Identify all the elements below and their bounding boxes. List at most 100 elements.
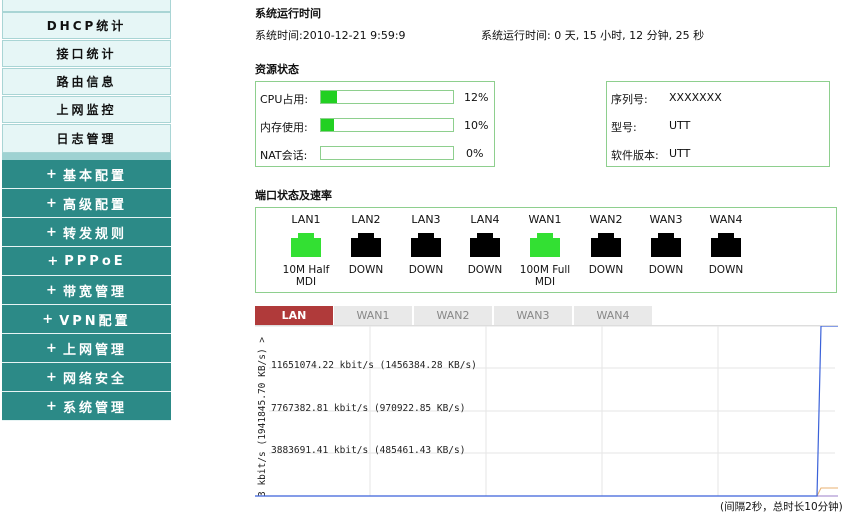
port-wan3[interactable]: WAN3 DOWN xyxy=(636,213,696,276)
y-axis-label: 3 kbit/s (1941845.70 KB/s) > xyxy=(257,337,268,497)
tab-lan[interactable]: LAN xyxy=(255,306,333,325)
sidebar-item-vpn[interactable]: + VPN配置 xyxy=(2,305,171,334)
port-wan4[interactable]: WAN4 DOWN xyxy=(696,213,756,276)
device-info-panel: 序列号: XXXXXXX 型号: UTT 软件版本: UTT xyxy=(606,81,830,167)
expand-icon: + xyxy=(46,369,57,385)
resource-usage-panel: CPU占用: 12% 内存使用: 10% NAT会话: 0% xyxy=(255,81,495,167)
cpu-progress-fill xyxy=(321,91,337,103)
sidebar-item-network-security[interactable]: + 网络安全 xyxy=(2,363,171,392)
nat-label: NAT会话: xyxy=(260,149,308,162)
gridline-label: 7767382.81 kbit/s (970922.85 KB/s) xyxy=(271,403,465,414)
sidebar-item-forwarding-rules[interactable]: + 转发规则 xyxy=(2,218,171,247)
model-label: 型号: xyxy=(611,121,637,134)
port-status: 10M Half MDI xyxy=(282,264,330,288)
memory-progress-bar xyxy=(320,118,454,132)
port-lan3[interactable]: LAN3 DOWN xyxy=(396,213,456,276)
sidebar-item-label: 日志管理 xyxy=(56,132,117,146)
expand-icon: + xyxy=(46,224,57,240)
sidebar-item-label: 带宽管理 xyxy=(62,284,127,300)
ethernet-port-icon xyxy=(470,233,500,257)
port-status: DOWN xyxy=(467,264,503,276)
firmware-value: UTT xyxy=(669,147,691,160)
sidebar-item-route-info[interactable]: 路由信息 xyxy=(2,68,171,95)
firmware-label: 软件版本: xyxy=(611,149,659,162)
port-status: DOWN xyxy=(588,264,624,276)
port-name: LAN3 xyxy=(411,213,441,226)
sidebar-item-basic-config[interactable]: + 基本配置 xyxy=(2,160,171,189)
port-status: DOWN xyxy=(348,264,384,276)
sidebar-item-label: 基本配置 xyxy=(62,168,127,184)
port-name: LAN4 xyxy=(470,213,500,226)
sidebar: DHCP统计 接口统计 路由信息 上网监控 日志管理 + 基本配置 + 高级配置 +… xyxy=(0,0,172,430)
resources-heading: 资源状态 xyxy=(255,63,299,76)
system-time: 系统时间:2010-12-21 9:59:9 xyxy=(255,29,406,42)
sidebar-item-system-management[interactable]: + 系统管理 xyxy=(2,392,171,421)
memory-value: 10% xyxy=(464,119,489,132)
port-name: WAN2 xyxy=(589,213,623,226)
tab-wan2[interactable]: WAN2 xyxy=(414,306,492,325)
cpu-value: 12% xyxy=(464,91,489,104)
sidebar-item-log-management[interactable]: 日志管理 xyxy=(2,124,171,153)
expand-icon: + xyxy=(46,195,57,211)
sidebar-item-label: DHCP统计 xyxy=(46,19,127,33)
port-lan4[interactable]: LAN4 DOWN xyxy=(455,213,515,276)
serial-value: XXXXXXX xyxy=(669,91,722,104)
model-value: UTT xyxy=(669,119,691,132)
ethernet-port-icon xyxy=(651,233,681,257)
sidebar-item-label: 网络安全 xyxy=(62,371,127,387)
port-name: WAN1 xyxy=(528,213,562,226)
ethernet-port-icon xyxy=(351,233,381,257)
sidebar-item-label: 接口统计 xyxy=(56,47,117,61)
sidebar-item-interface-stats[interactable]: 接口统计 xyxy=(2,40,171,67)
port-status: 100M Full MDI xyxy=(519,264,571,288)
sidebar-item-label: 上网管理 xyxy=(62,342,127,358)
tab-wan3[interactable]: WAN3 xyxy=(494,306,572,325)
ethernet-port-icon xyxy=(530,233,560,257)
sidebar-item-label: 路由信息 xyxy=(56,75,117,89)
sidebar-item-dhcp-stats[interactable]: DHCP统计 xyxy=(2,12,171,39)
port-status: DOWN xyxy=(648,264,684,276)
nat-value: 0% xyxy=(466,147,484,160)
runtime-heading: 系统运行时间 xyxy=(255,7,321,20)
sidebar-item-internet-monitor[interactable]: 上网监控 xyxy=(2,96,171,123)
system-uptime: 系统运行时间: 0 天, 15 小时, 12 分钟, 25 秒 xyxy=(481,29,705,42)
tab-wan4[interactable]: WAN4 xyxy=(574,306,652,325)
port-name: LAN2 xyxy=(351,213,381,226)
tab-wan1[interactable]: WAN1 xyxy=(334,306,412,325)
expand-icon: + xyxy=(46,398,57,414)
secondary-traffic-line xyxy=(816,487,838,497)
sidebar-item-label: VPN配置 xyxy=(59,313,131,329)
port-lan1[interactable]: LAN1 10M Half MDI xyxy=(276,213,336,288)
gridline-label: 11651074.22 kbit/s (1456384.28 KB/s) xyxy=(271,360,477,371)
sidebar-item-label: 转发规则 xyxy=(62,226,127,242)
port-name: LAN1 xyxy=(291,213,321,226)
traffic-chart: 11651074.22 kbit/s (1456384.28 KB/s) 776… xyxy=(255,325,838,498)
sidebar-divider xyxy=(2,153,171,160)
port-lan2[interactable]: LAN2 DOWN xyxy=(336,213,396,276)
sidebar-item-bandwidth[interactable]: + 带宽管理 xyxy=(2,276,171,305)
ports-heading: 端口状态及速率 xyxy=(255,189,332,202)
sidebar-item-internet-management[interactable]: + 上网管理 xyxy=(2,334,171,363)
memory-label: 内存使用: xyxy=(260,121,308,134)
cpu-label: CPU占用: xyxy=(260,93,309,106)
port-wan1[interactable]: WAN1 100M Full MDI xyxy=(515,213,575,288)
port-status: DOWN xyxy=(408,264,444,276)
ethernet-port-icon xyxy=(591,233,621,257)
port-name: WAN4 xyxy=(709,213,743,226)
expand-icon: + xyxy=(46,282,57,298)
sidebar-item-label: 系统管理 xyxy=(62,400,127,416)
ethernet-port-icon xyxy=(711,233,741,257)
sidebar-item-label: 高级配置 xyxy=(62,197,127,213)
sidebar-item-pppoe[interactable]: + PPPoE xyxy=(2,247,171,276)
expand-icon: + xyxy=(47,253,59,269)
sidebar-item-advanced-config[interactable]: + 高级配置 xyxy=(2,189,171,218)
expand-icon: + xyxy=(46,340,57,356)
sidebar-item-top-partial[interactable] xyxy=(2,0,171,12)
nat-progress-bar xyxy=(320,146,454,160)
sidebar-item-label: 上网监控 xyxy=(56,103,117,117)
port-wan2[interactable]: WAN2 DOWN xyxy=(576,213,636,276)
gridline-label: 3883691.41 kbit/s (485461.43 KB/s) xyxy=(271,445,465,456)
memory-progress-fill xyxy=(321,119,335,131)
serial-label: 序列号: xyxy=(611,93,648,106)
expand-icon: + xyxy=(42,311,54,327)
